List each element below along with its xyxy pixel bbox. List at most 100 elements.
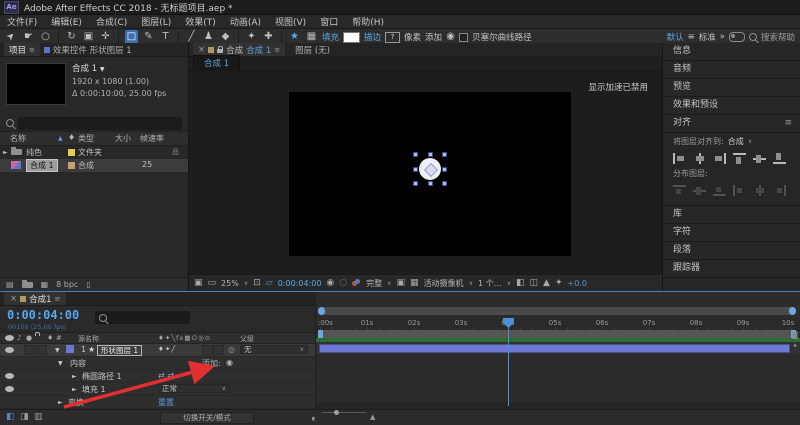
- monitor-icon[interactable]: ▭: [208, 278, 217, 288]
- lock-icon[interactable]: [217, 49, 223, 53]
- selection-handle[interactable]: [442, 181, 447, 186]
- navigator-end-handle[interactable]: [789, 307, 796, 315]
- switches-column-icons[interactable]: ♦✦╲fx▦∅◎⊙: [158, 334, 211, 342]
- layer-switches[interactable]: ♦✦╱: [158, 345, 176, 353]
- channels-icon[interactable]: [352, 279, 361, 288]
- close-tab-icon[interactable]: ×: [10, 294, 17, 304]
- menu-edit[interactable]: 编辑(E): [44, 15, 89, 28]
- navigator-start-handle[interactable]: [318, 307, 325, 315]
- align-vcenter-button[interactable]: [753, 153, 766, 164]
- switch-box[interactable]: [202, 345, 213, 355]
- reset-exposure-icon[interactable]: ✦: [555, 278, 563, 288]
- layer-duration-bar[interactable]: [319, 344, 790, 353]
- distribute-vcenter-button[interactable]: [693, 185, 706, 196]
- panel-paragraph[interactable]: 段落: [663, 242, 800, 260]
- column-size[interactable]: 大小: [115, 133, 131, 144]
- tool-creates-mask-icon[interactable]: ▦: [305, 30, 318, 44]
- align-left-button[interactable]: [673, 153, 686, 164]
- puppet-tool-icon[interactable]: ✚: [262, 30, 275, 44]
- zoom-slider-knob[interactable]: [334, 410, 339, 415]
- project-row-comp[interactable]: 合成 1 合成 25: [0, 159, 188, 172]
- project-panel-menu-icon[interactable]: ≡: [29, 46, 35, 54]
- fill-label[interactable]: 填充: [322, 31, 339, 43]
- add-label[interactable]: 添加:: [202, 358, 221, 369]
- parent-pick-whip-icon[interactable]: ◎: [228, 345, 235, 354]
- menu-help[interactable]: 帮助(H): [345, 15, 391, 28]
- column-framerate[interactable]: 帧速率: [140, 133, 164, 144]
- selection-handle[interactable]: [413, 167, 418, 172]
- grid-options-icon[interactable]: ▱: [266, 278, 273, 288]
- expand-icon[interactable]: ►: [72, 373, 77, 380]
- menu-layer[interactable]: 图层(L): [134, 15, 178, 28]
- menu-window[interactable]: 窗口: [313, 15, 345, 28]
- toolbar-overflow-icon[interactable]: »: [720, 32, 725, 42]
- comp-viewer[interactable]: 显示加速已禁用: [189, 71, 662, 274]
- distribute-bottom-button[interactable]: [713, 185, 726, 196]
- camera-tool-icon[interactable]: ▣: [82, 30, 95, 44]
- menu-file[interactable]: 文件(F): [0, 15, 44, 28]
- zoom-tool-icon[interactable]: ○: [39, 30, 52, 44]
- sync-settings-icon[interactable]: [729, 32, 745, 42]
- align-bottom-button[interactable]: [773, 153, 786, 164]
- reverse-path-icons[interactable]: ⇄ ⇄: [158, 371, 174, 380]
- target-region-icon[interactable]: ▣: [397, 278, 406, 288]
- audio-column-icon[interactable]: ♪: [17, 334, 21, 342]
- search-help-icon[interactable]: [749, 33, 757, 41]
- bezier-label[interactable]: 贝塞尔曲线路径: [472, 31, 532, 43]
- shape-selection[interactable]: [415, 154, 445, 184]
- viewer-tab[interactable]: 合成 1: [193, 55, 240, 70]
- playhead-line[interactable]: [508, 326, 509, 406]
- distribute-left-button[interactable]: [733, 185, 746, 196]
- bezier-checkbox[interactable]: [459, 33, 468, 42]
- interpret-footage-icon[interactable]: ▤: [6, 280, 14, 289]
- eye-icon[interactable]: [5, 386, 14, 392]
- workspace-default[interactable]: 默认: [667, 31, 684, 43]
- collapse-icon[interactable]: ▼: [58, 360, 63, 367]
- project-search-input[interactable]: [18, 117, 182, 130]
- column-type[interactable]: 类型: [78, 133, 94, 144]
- panel-libraries[interactable]: 库: [663, 206, 800, 224]
- project-row-name[interactable]: 合成 1: [26, 159, 58, 172]
- parent-column[interactable]: 父级: [240, 334, 254, 344]
- layer-name[interactable]: 形状图层 1: [97, 345, 142, 356]
- transparency-grid-icon[interactable]: ▦: [410, 278, 419, 288]
- collapse-icon[interactable]: ▼: [55, 347, 60, 354]
- group-row-transform[interactable]: ► 变换 重置: [0, 396, 315, 409]
- work-area-start-handle[interactable]: [318, 330, 323, 338]
- tab-project[interactable]: 项目 ≡: [4, 43, 40, 56]
- audio-toggle[interactable]: [24, 345, 35, 355]
- show-snapshot-icon[interactable]: ○: [339, 278, 347, 288]
- new-folder-icon[interactable]: [22, 282, 33, 288]
- group-row-ellipse-path[interactable]: ► 椭圆路径 1 ⇄ ⇄: [0, 370, 315, 383]
- zoom-out-icon[interactable]: ▗: [310, 414, 315, 421]
- eye-icon[interactable]: [5, 347, 14, 353]
- pen-tool-icon[interactable]: ✎: [142, 30, 155, 44]
- add-shape-icon[interactable]: ◉: [446, 30, 455, 44]
- type-tool-icon[interactable]: T: [159, 30, 172, 44]
- clone-stamp-tool-icon[interactable]: ♟: [202, 30, 215, 44]
- menu-animation[interactable]: 动画(A): [223, 15, 268, 28]
- column-tag-icon[interactable]: ♦: [68, 133, 75, 142]
- selection-handle[interactable]: [428, 152, 433, 157]
- blend-mode-dropdown[interactable]: 正常 ∨: [158, 384, 230, 393]
- parent-dropdown[interactable]: 无 ∨: [240, 345, 308, 354]
- reset-link[interactable]: 重置: [158, 397, 174, 408]
- bit-depth-label[interactable]: 8 bpc: [56, 280, 78, 289]
- chevron-down-icon[interactable]: ∨: [748, 138, 752, 145]
- time-navigator[interactable]: [318, 307, 796, 315]
- comp-marker-button[interactable]: ◙: [790, 330, 800, 341]
- selection-handle[interactable]: [413, 152, 418, 157]
- always-preview-icon[interactable]: ▣: [194, 278, 203, 288]
- panel-align[interactable]: 对齐 ≡: [663, 115, 800, 133]
- project-search-icon[interactable]: [6, 119, 14, 127]
- source-name-column[interactable]: 源名称: [78, 334, 99, 344]
- layer-label-swatch[interactable]: [66, 345, 74, 353]
- panel-character[interactable]: 字符: [663, 224, 800, 242]
- video-column-icon[interactable]: [5, 335, 14, 341]
- zoom-in-icon[interactable]: ▲: [370, 413, 375, 421]
- selection-handle[interactable]: [413, 181, 418, 186]
- timeline-button-icon[interactable]: ◫: [530, 278, 539, 288]
- flowchart-icon[interactable]: ▲: [543, 278, 550, 288]
- distribute-hcenter-button[interactable]: [753, 185, 766, 196]
- align-right-button[interactable]: [713, 153, 726, 164]
